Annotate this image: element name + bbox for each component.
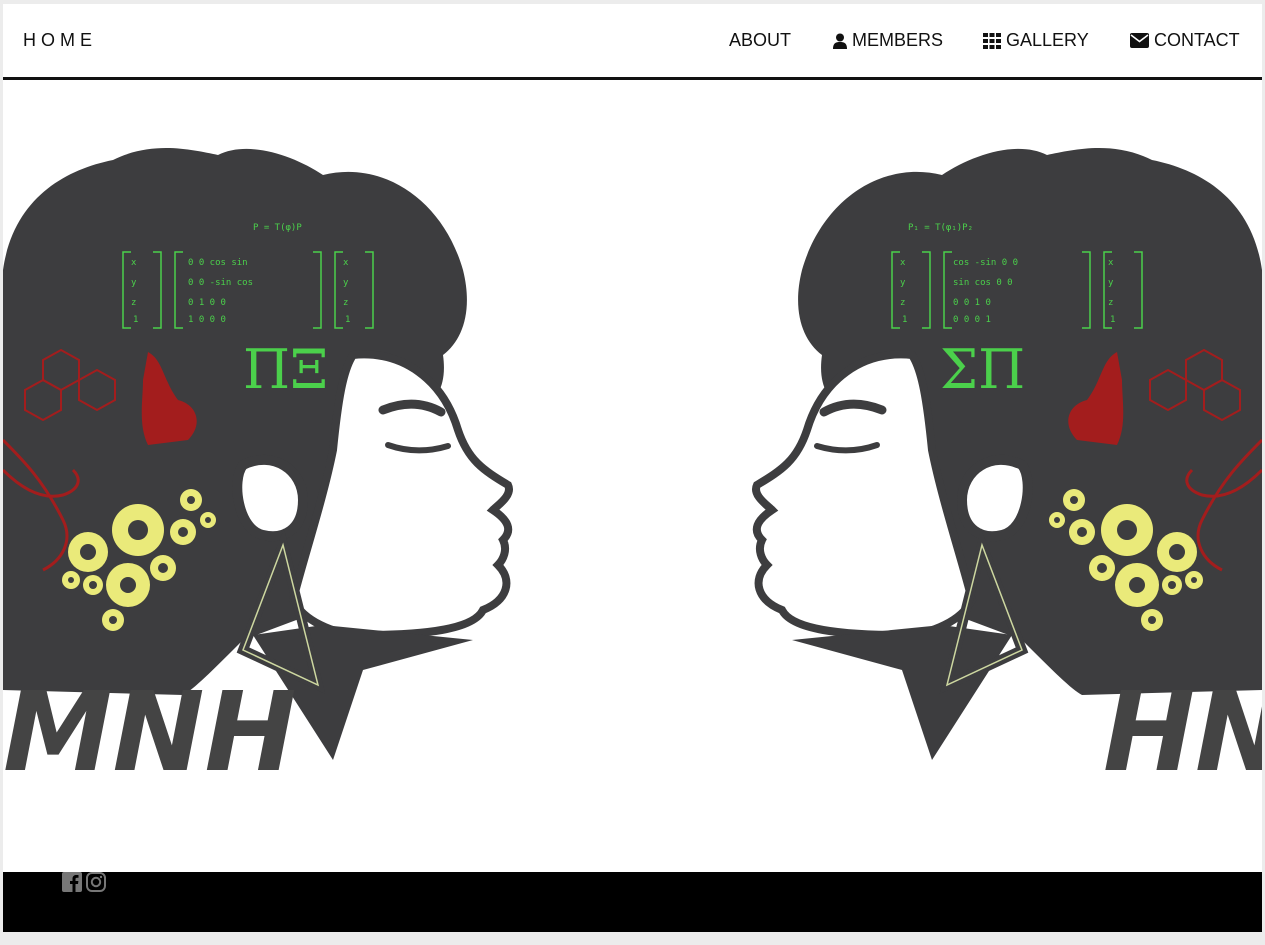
nav-about[interactable]: ABOUT (729, 30, 791, 51)
svg-text:sin cos 0 0: sin cos 0 0 (953, 278, 1013, 288)
nav-members-label: MEMBERS (852, 30, 944, 50)
hero-illustration: P = T(φ)P xyz1 0 0 cos sin0 0 -sin cos0 … (3, 148, 1262, 796)
nav-gallery[interactable]: GALLERY (983, 30, 1089, 51)
left-scrawl-text: MNH (3, 668, 297, 796)
page-frame: HOME ABOUT MEMBERS GALLERY CONTACT P = T… (3, 4, 1262, 932)
svg-text:1: 1 (133, 315, 138, 325)
svg-text:1: 1 (1110, 315, 1115, 325)
svg-text:y: y (900, 278, 906, 288)
svg-text:y: y (131, 278, 137, 288)
home-link[interactable]: HOME (23, 30, 97, 51)
svg-text:x: x (900, 258, 906, 268)
instagram-icon[interactable] (86, 872, 106, 897)
grid-icon (983, 32, 1001, 49)
svg-text:x: x (131, 258, 137, 268)
right-equation: P₁ = T(φ₁)P₂ (908, 223, 973, 233)
social-links (62, 872, 106, 897)
nav-contact[interactable]: CONTACT (1130, 30, 1240, 51)
svg-text:0 0 cos sin: 0 0 cos sin (188, 258, 248, 268)
hero-banner: P = T(φ)P xyz1 0 0 cos sin 0 0 -sin cos 0 … (3, 80, 1262, 872)
svg-text:0 0 -sin cos: 0 0 -sin cos (188, 278, 253, 288)
user-icon (833, 33, 847, 49)
svg-text:z: z (900, 298, 905, 308)
svg-text:y: y (1108, 278, 1114, 288)
svg-text:1 0 0 0: 1 0 0 0 (188, 315, 226, 325)
left-profile-illustration: P = T(φ)P xyz1 0 0 cos sin0 0 -sin cos0 … (3, 148, 513, 796)
svg-text:x: x (343, 258, 349, 268)
right-scrawl-text: HNM (1103, 668, 1262, 796)
svg-text:0 1 0 0: 0 1 0 0 (188, 298, 226, 308)
svg-text:y: y (343, 278, 349, 288)
svg-text:1: 1 (345, 315, 350, 325)
facebook-icon[interactable] (62, 872, 82, 897)
svg-text:z: z (131, 298, 136, 308)
left-equation: P = T(φ)P (253, 223, 302, 233)
envelope-icon (1130, 33, 1149, 48)
nav-gallery-label: GALLERY (1006, 30, 1089, 50)
svg-text:x: x (1108, 258, 1114, 268)
top-navbar: HOME ABOUT MEMBERS GALLERY CONTACT (3, 4, 1262, 80)
svg-text:z: z (343, 298, 348, 308)
right-greek-letters: ΣΠ (940, 338, 1025, 401)
svg-text:1: 1 (902, 315, 907, 325)
svg-text:cos -sin 0 0: cos -sin 0 0 (953, 258, 1018, 268)
svg-text:0 0 0 1: 0 0 0 1 (953, 315, 991, 325)
svg-text:z: z (1108, 298, 1113, 308)
nav-contact-label: CONTACT (1154, 30, 1240, 50)
left-greek-letters: ΠΞ (243, 338, 328, 401)
footer-bar (3, 872, 1262, 932)
nav-about-label: ABOUT (729, 30, 792, 50)
nav-members[interactable]: MEMBERS (833, 30, 943, 51)
svg-text:0 0 1 0: 0 0 1 0 (953, 298, 991, 308)
